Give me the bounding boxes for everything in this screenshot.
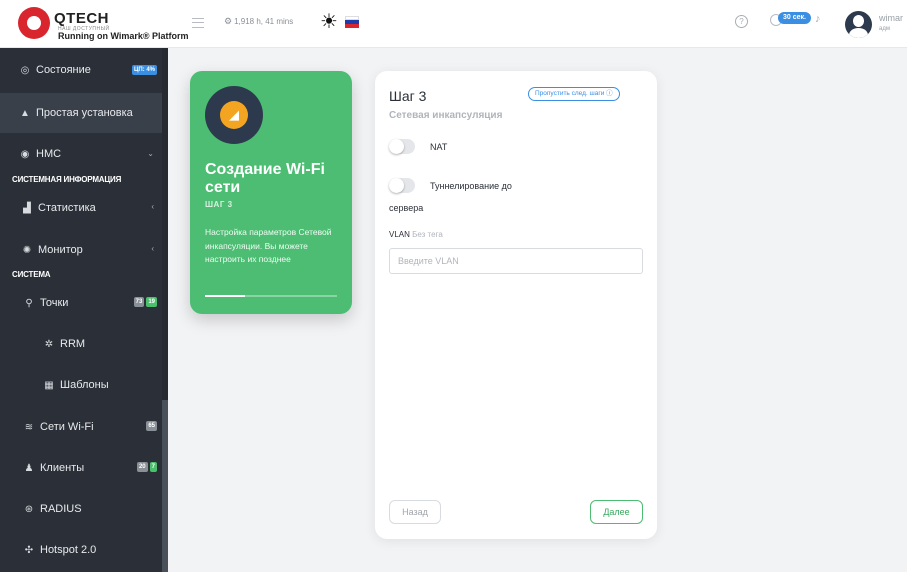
sidebar-item-label: Hotspot 2.0 [40, 544, 97, 556]
wizard-info-card: ◢ Создание Wi-Fi сети ШАГ 3 Настройка па… [190, 71, 352, 314]
hotspot-icon: ✣ [24, 544, 34, 556]
sidebar-item-state[interactable]: ◎ Состояние ЦП: 4% [0, 59, 162, 81]
bell-icon[interactable]: ♪ [815, 13, 821, 25]
next-button[interactable]: Далее [590, 500, 643, 524]
help-icon[interactable]: ? [735, 15, 748, 28]
sidebar-scroll-thumb[interactable] [162, 400, 168, 572]
sidebar-item-wifi[interactable]: ≋ Сети Wi-Fi 65 [0, 418, 162, 436]
section-system: СИСТЕМА [12, 270, 51, 279]
wifi-badge: ◢ [205, 86, 263, 144]
sidebar-item-label: RADIUS [40, 503, 82, 515]
points-online-badge: 19 [146, 297, 157, 307]
tunneling-toggle[interactable] [389, 178, 415, 193]
globe-icon: ◉ [20, 148, 30, 160]
chevron-left-icon: ‹ [151, 244, 154, 253]
sidebar-item-quick-setup[interactable]: ▲ Простая установка [0, 93, 162, 133]
skip-steps-button[interactable]: Пропустить след. шаги ⓘ [528, 87, 620, 101]
sidebar-item-label: Шаблоны [60, 379, 109, 391]
wizard-title: Создание Wi-Fi сети [205, 161, 325, 196]
sidebar-item-label: НМС [36, 148, 62, 160]
tunneling-label: Туннелирование до [430, 181, 512, 191]
sidebar-item-rrm[interactable]: ✲ RRM [0, 335, 162, 353]
sidebar-item-monitor[interactable]: ✺ Монитор ‹ [0, 241, 162, 259]
wizard-progress [205, 295, 337, 297]
uptime: ⚙ 1,918 h, 41 mins [224, 16, 293, 27]
sidebar-item-label: Точки [40, 297, 69, 309]
qtech-logo-icon [18, 7, 50, 39]
logo-text: QTECH [54, 10, 109, 27]
sidebar-item-label: Простая установка [36, 107, 133, 119]
sidebar-item-label: Монитор [38, 244, 83, 256]
sidebar-item-radius[interactable]: ⊛ RADIUS [0, 500, 162, 518]
vlan-hint: Без тега [412, 230, 443, 239]
clients-online-badge: 7 [149, 462, 157, 472]
cpu-badge: ЦП: 4% [131, 65, 157, 75]
language-flag-ru-icon[interactable] [345, 16, 359, 28]
vlan-label: VLAN Без тега [389, 230, 443, 239]
sidebar-item-label: Сети Wi-Fi [40, 421, 94, 433]
wifi-icon: ≋ [24, 421, 34, 433]
wizard-step: ШАГ 3 [205, 200, 233, 209]
step-subtitle: Сетевая инкапсуляция [389, 110, 503, 121]
vlan-label-text: VLAN [389, 230, 410, 239]
theme-toggle-sun-icon[interactable]: ☀ [318, 11, 340, 33]
wizard-progress-fill [205, 295, 245, 297]
logo[interactable]: QTECH НАШ ДОСТУПНЫЙ Running on Wimark® P… [18, 6, 189, 44]
chevron-left-icon: ‹ [151, 202, 154, 211]
radius-icon: ⊛ [24, 503, 34, 515]
step-form-card: Шаг 3 Сетевая инкапсуляция Пропустить сл… [375, 71, 657, 539]
user-name[interactable]: wimar [879, 13, 903, 23]
wifi-count-badge: 65 [146, 421, 157, 431]
sidebar-item-label: Состояние [36, 64, 91, 76]
sidebar-item-points[interactable]: ⚲ Точки 73 19 [0, 294, 162, 312]
sidebar-item-stats[interactable]: ▟ Статистика ‹ [0, 199, 162, 217]
user-icon: ♟ [24, 462, 34, 474]
back-button[interactable]: Назад [389, 500, 441, 524]
wizard-description: Настройка параметров Сетевой инкапсуляци… [205, 227, 332, 264]
platform-label: Running on Wimark® Platform [58, 31, 189, 41]
sidebar-item-label: RRM [60, 338, 86, 350]
templates-icon: ▦ [44, 379, 54, 391]
dashboard-icon: ◎ [20, 64, 30, 76]
menu-toggle-icon[interactable] [192, 18, 204, 28]
chevron-down-icon: ⌄ [147, 149, 154, 158]
bar-chart-icon: ▟ [23, 202, 31, 214]
sidebar-item-hotspot[interactable]: ✣ Hotspot 2.0 [0, 541, 162, 559]
refresh-timer-badge[interactable]: 30 сек. [778, 12, 811, 24]
sidebar-item-hmc[interactable]: ◉ НМС ⌄ [0, 145, 162, 163]
sidebar-item-templates[interactable]: ▦ Шаблоны [0, 376, 162, 394]
monitor-icon: ✺ [22, 244, 32, 256]
rrm-icon: ✲ [44, 338, 54, 350]
wifi-signal-icon: ◢ [220, 101, 248, 129]
section-sysinfo: СИСТЕМНАЯ ИНФОРМАЦИЯ [12, 175, 122, 184]
top-bar: QTECH НАШ ДОСТУПНЫЙ Running on Wimark® P… [0, 0, 907, 48]
nat-toggle[interactable] [389, 139, 415, 154]
step-title: Шаг 3 [389, 88, 427, 104]
sidebar-item-label: Статистика [38, 202, 96, 214]
wizard-icon: ▲ [20, 107, 30, 119]
clients-count-badge: 20 [136, 462, 148, 472]
vlan-input[interactable] [389, 248, 643, 274]
user-role: адм [879, 26, 890, 32]
avatar[interactable] [845, 11, 872, 38]
tunneling-label-cont: сервера [389, 203, 424, 213]
nat-label: NAT [430, 142, 448, 152]
gear-icon: ⚙ [224, 16, 233, 26]
points-count-badge: 73 [133, 297, 145, 307]
uptime-value: 1,918 h, 41 mins [234, 17, 294, 26]
sidebar-item-label: Клиенты [40, 462, 85, 474]
access-point-icon: ⚲ [25, 297, 33, 309]
sidebar-item-clients[interactable]: ♟ Клиенты 20 7 [0, 459, 162, 477]
